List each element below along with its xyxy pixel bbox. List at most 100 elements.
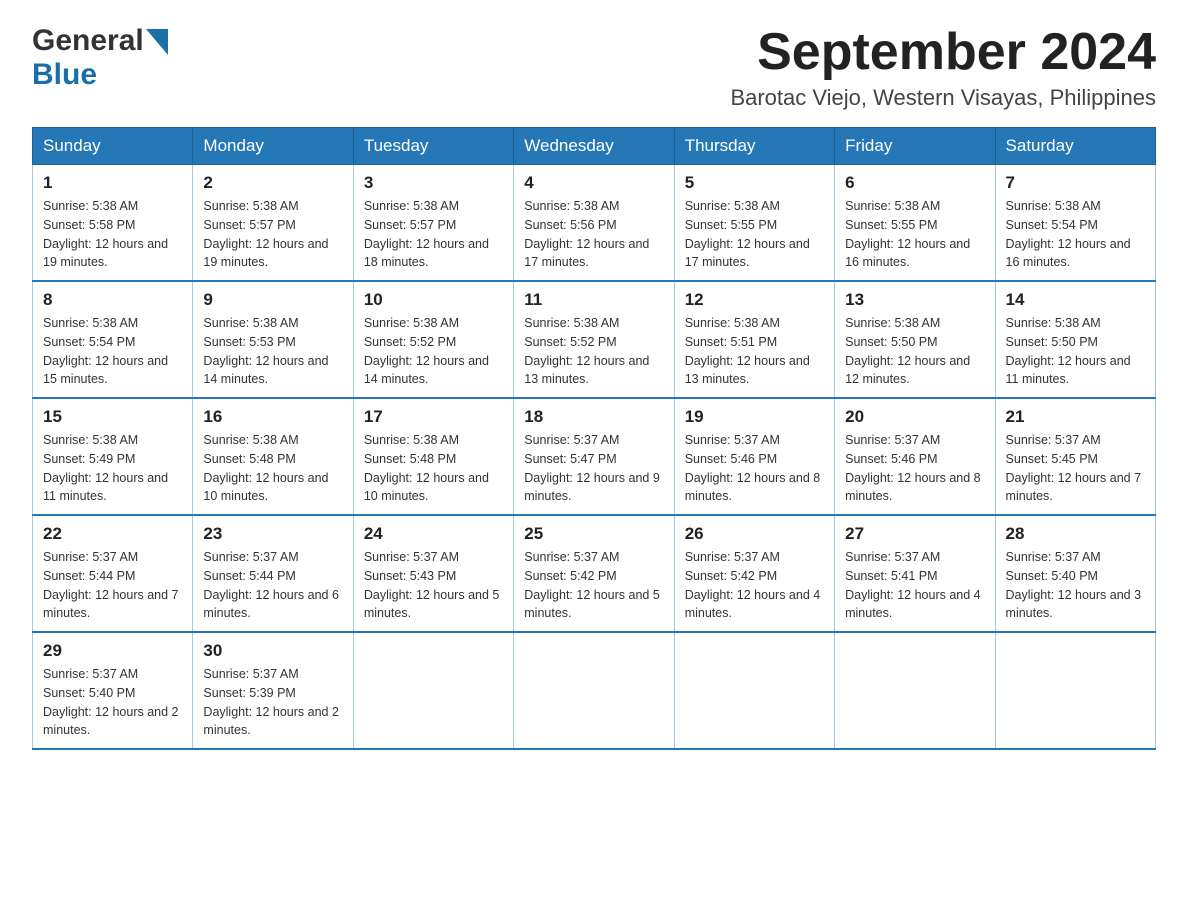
day-number: 9 [203,290,342,310]
week-row: 29 Sunrise: 5:37 AMSunset: 5:40 PMDayligh… [33,632,1156,749]
day-number: 10 [364,290,503,310]
day-number: 11 [524,290,663,310]
day-info: Sunrise: 5:38 AMSunset: 5:55 PMDaylight:… [845,197,984,272]
calendar-cell: 24Sunrise: 5:37 AMSunset: 5:43 PMDayligh… [353,515,513,632]
header-friday: Friday [835,128,995,165]
day-number: 23 [203,524,342,544]
calendar-cell: 3Sunrise: 5:38 AMSunset: 5:57 PMDaylight… [353,165,513,282]
day-number: 16 [203,407,342,427]
calendar-cell: 12 Sunrise: 5:38 AMSunset: 5:51 PMDayligh… [674,281,834,398]
day-info: Sunrise: 5:37 AMSunset: 5:44 PMDaylight:… [43,548,182,623]
day-number: 30 [203,641,342,661]
day-number: 28 [1006,524,1145,544]
day-info: Sunrise: 5:38 AMSunset: 5:56 PMDaylight:… [524,197,663,272]
header-monday: Monday [193,128,353,165]
month-title: September 2024 [730,24,1156,81]
logo: General Blue [32,24,168,92]
day-number: 2 [203,173,342,193]
location-title: Barotac Viejo, Western Visayas, Philippi… [730,85,1156,111]
calendar-header: SundayMondayTuesdayWednesdayThursdayFrid… [33,128,1156,165]
calendar-cell [514,632,674,749]
calendar-cell [835,632,995,749]
day-number: 27 [845,524,984,544]
day-info: Sunrise: 5:37 AMSunset: 5:42 PMDaylight:… [685,548,824,623]
day-info: Sunrise: 5:38 AMSunset: 5:49 PMDaylight:… [43,431,182,506]
day-number: 15 [43,407,182,427]
calendar-cell: 23Sunrise: 5:37 AMSunset: 5:44 PMDayligh… [193,515,353,632]
week-row: 22Sunrise: 5:37 AMSunset: 5:44 PMDayligh… [33,515,1156,632]
title-block: September 2024 Barotac Viejo, Western Vi… [730,24,1156,111]
day-info: Sunrise: 5:38 AMSunset: 5:48 PMDaylight:… [203,431,342,506]
day-info: Sunrise: 5:38 AMSunset: 5:54 PMDaylight:… [43,314,182,389]
day-info: Sunrise: 5:38 AMSunset: 5:52 PMDaylight:… [364,314,503,389]
calendar-cell: 15 Sunrise: 5:38 AMSunset: 5:49 PMDayligh… [33,398,193,515]
header-thursday: Thursday [674,128,834,165]
day-info: Sunrise: 5:37 AMSunset: 5:46 PMDaylight:… [685,431,824,506]
header-wednesday: Wednesday [514,128,674,165]
calendar-cell: 2Sunrise: 5:38 AMSunset: 5:57 PMDaylight… [193,165,353,282]
day-info: Sunrise: 5:38 AMSunset: 5:48 PMDaylight:… [364,431,503,506]
day-number: 25 [524,524,663,544]
header-saturday: Saturday [995,128,1155,165]
day-info: Sunrise: 5:38 AMSunset: 5:52 PMDaylight:… [524,314,663,389]
week-row: 15 Sunrise: 5:38 AMSunset: 5:49 PMDayligh… [33,398,1156,515]
calendar-cell: 25 Sunrise: 5:37 AMSunset: 5:42 PMDayligh… [514,515,674,632]
day-number: 12 [685,290,824,310]
calendar-cell: 8 Sunrise: 5:38 AMSunset: 5:54 PMDaylight… [33,281,193,398]
calendar-cell: 5 Sunrise: 5:38 AMSunset: 5:55 PMDaylight… [674,165,834,282]
calendar-cell: 13Sunrise: 5:38 AMSunset: 5:50 PMDayligh… [835,281,995,398]
day-number: 20 [845,407,984,427]
calendar-cell: 17 Sunrise: 5:38 AMSunset: 5:48 PMDayligh… [353,398,513,515]
calendar-cell: 26Sunrise: 5:37 AMSunset: 5:42 PMDayligh… [674,515,834,632]
day-info: Sunrise: 5:37 AMSunset: 5:40 PMDaylight:… [1006,548,1145,623]
day-number: 1 [43,173,182,193]
day-info: Sunrise: 5:37 AMSunset: 5:47 PMDaylight:… [524,431,663,506]
day-info: Sunrise: 5:38 AMSunset: 5:50 PMDaylight:… [1006,314,1145,389]
day-info: Sunrise: 5:37 AMSunset: 5:39 PMDaylight:… [203,665,342,740]
calendar-cell: 1 Sunrise: 5:38 AMSunset: 5:58 PMDaylight… [33,165,193,282]
day-number: 7 [1006,173,1145,193]
day-number: 24 [364,524,503,544]
calendar-cell: 22Sunrise: 5:37 AMSunset: 5:44 PMDayligh… [33,515,193,632]
calendar-cell: 29 Sunrise: 5:37 AMSunset: 5:40 PMDayligh… [33,632,193,749]
calendar-cell: 9 Sunrise: 5:38 AMSunset: 5:53 PMDaylight… [193,281,353,398]
calendar-cell: 20 Sunrise: 5:37 AMSunset: 5:46 PMDayligh… [835,398,995,515]
day-number: 19 [685,407,824,427]
logo-triangle-icon [146,29,168,55]
day-number: 17 [364,407,503,427]
calendar-table: SundayMondayTuesdayWednesdayThursdayFrid… [32,127,1156,750]
header-tuesday: Tuesday [353,128,513,165]
calendar-cell: 4 Sunrise: 5:38 AMSunset: 5:56 PMDaylight… [514,165,674,282]
logo-general-text: General [32,24,144,58]
day-info: Sunrise: 5:37 AMSunset: 5:42 PMDaylight:… [524,548,663,623]
calendar-cell: 16 Sunrise: 5:38 AMSunset: 5:48 PMDayligh… [193,398,353,515]
day-number: 29 [43,641,182,661]
day-info: Sunrise: 5:37 AMSunset: 5:46 PMDaylight:… [845,431,984,506]
day-info: Sunrise: 5:38 AMSunset: 5:53 PMDaylight:… [203,314,342,389]
calendar-cell: 6 Sunrise: 5:38 AMSunset: 5:55 PMDaylight… [835,165,995,282]
calendar-cell: 7 Sunrise: 5:38 AMSunset: 5:54 PMDaylight… [995,165,1155,282]
calendar-cell: 19 Sunrise: 5:37 AMSunset: 5:46 PMDayligh… [674,398,834,515]
day-number: 14 [1006,290,1145,310]
day-number: 18 [524,407,663,427]
day-number: 8 [43,290,182,310]
calendar-cell: 10 Sunrise: 5:38 AMSunset: 5:52 PMDayligh… [353,281,513,398]
calendar-cell: 28 Sunrise: 5:37 AMSunset: 5:40 PMDayligh… [995,515,1155,632]
day-number: 4 [524,173,663,193]
calendar-cell: 30 Sunrise: 5:37 AMSunset: 5:39 PMDayligh… [193,632,353,749]
day-number: 21 [1006,407,1145,427]
day-number: 6 [845,173,984,193]
day-info: Sunrise: 5:38 AMSunset: 5:51 PMDaylight:… [685,314,824,389]
calendar-cell [995,632,1155,749]
calendar-cell [353,632,513,749]
week-row: 1 Sunrise: 5:38 AMSunset: 5:58 PMDaylight… [33,165,1156,282]
page-header: General Blue September 2024 Barotac Viej… [32,24,1156,111]
day-info: Sunrise: 5:38 AMSunset: 5:55 PMDaylight:… [685,197,824,272]
day-info: Sunrise: 5:37 AMSunset: 5:45 PMDaylight:… [1006,431,1145,506]
week-row: 8 Sunrise: 5:38 AMSunset: 5:54 PMDaylight… [33,281,1156,398]
day-info: Sunrise: 5:37 AMSunset: 5:40 PMDaylight:… [43,665,182,740]
day-info: Sunrise: 5:38 AMSunset: 5:54 PMDaylight:… [1006,197,1145,272]
day-info: Sunrise: 5:38 AMSunset: 5:58 PMDaylight:… [43,197,182,272]
day-number: 5 [685,173,824,193]
day-info: Sunrise: 5:38 AMSunset: 5:50 PMDaylight:… [845,314,984,389]
